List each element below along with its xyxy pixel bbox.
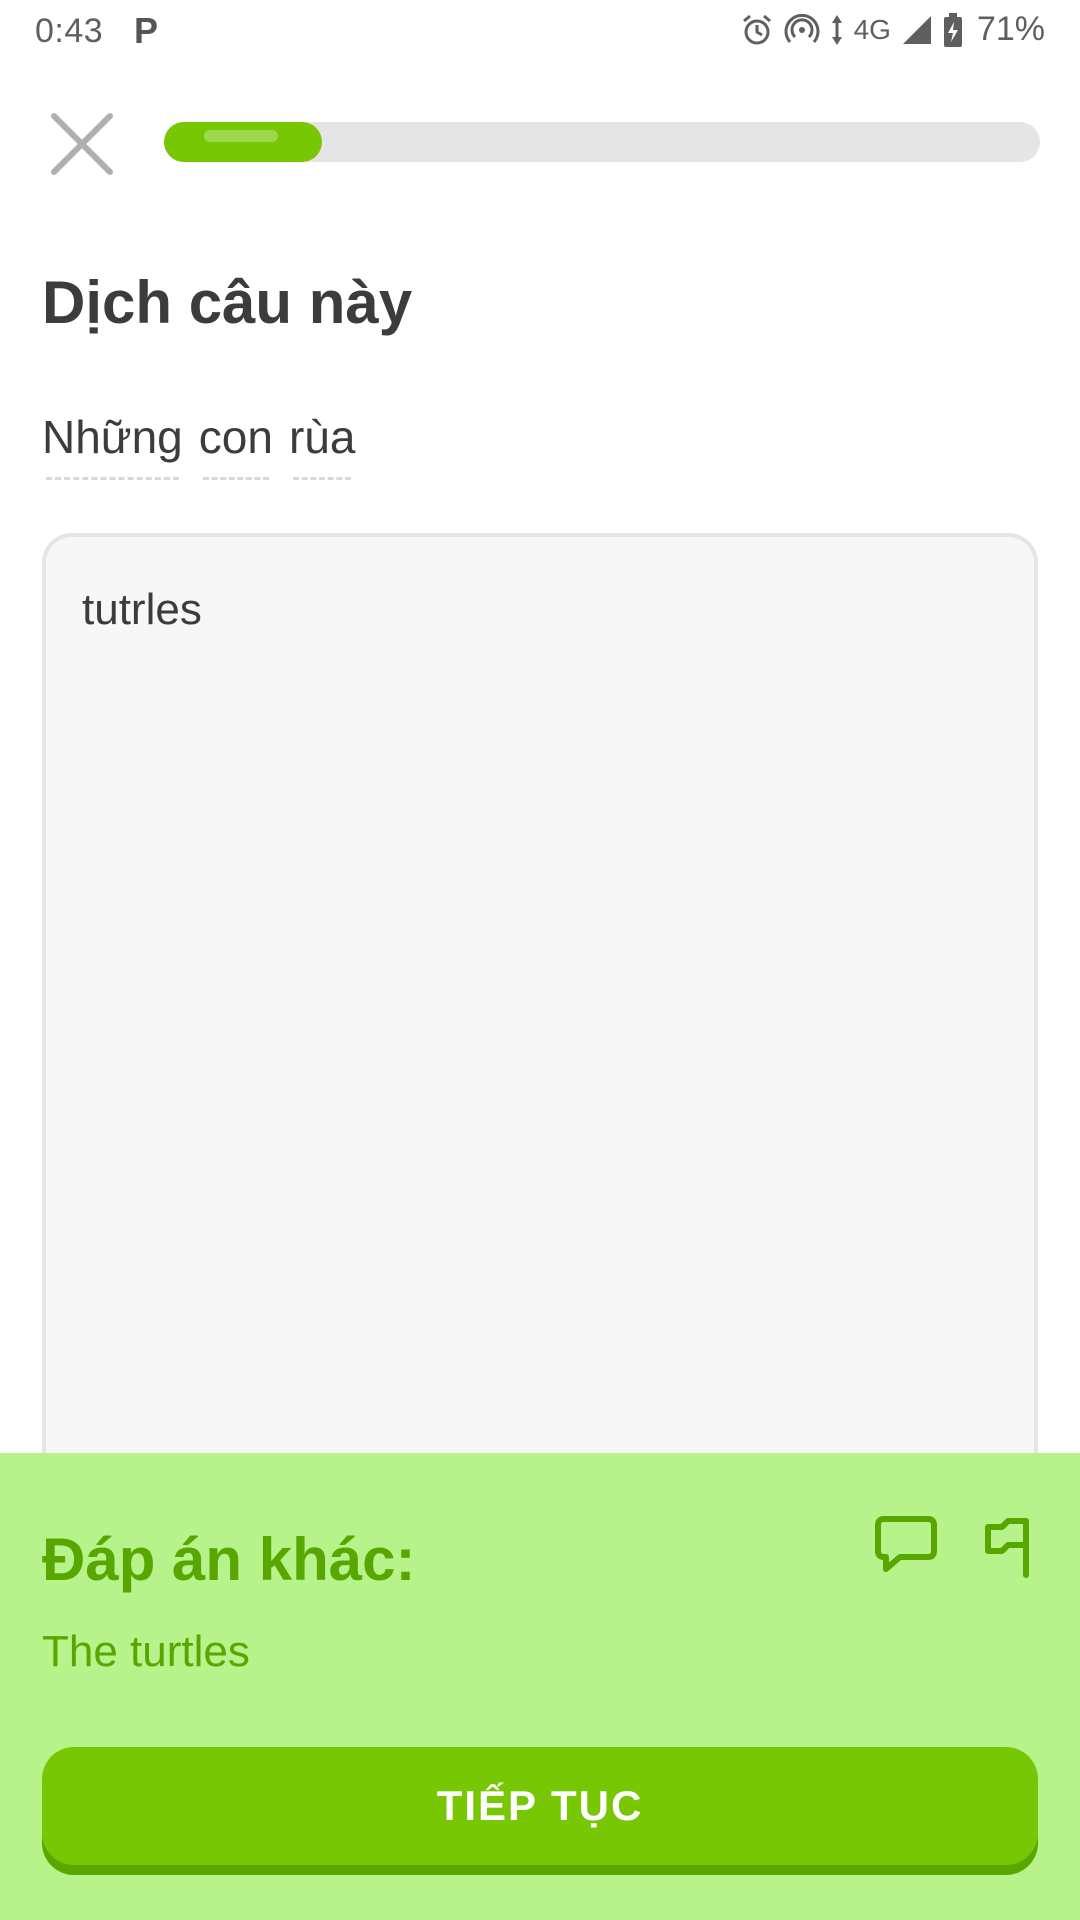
continue-button[interactable]: TIẾP TỤC (42, 1747, 1038, 1865)
discuss-icon (875, 1516, 937, 1572)
battery-level: 71% (976, 10, 1045, 48)
hotspot-icon (784, 13, 820, 43)
lesson-progress-fill (164, 122, 322, 162)
prompt-word[interactable]: Những (42, 410, 183, 480)
data-arrows-icon (831, 14, 842, 45)
prompt-word[interactable]: con (199, 410, 273, 480)
alarm-icon (742, 14, 771, 44)
close-button[interactable] (48, 110, 116, 178)
close-icon (51, 113, 113, 175)
report-button[interactable] (982, 1515, 1034, 1584)
network-type: 4G (853, 13, 891, 45)
status-time: 0:43 (35, 12, 104, 50)
answer-input[interactable]: tutrles (42, 533, 1038, 1533)
app-notification-icon: P (134, 10, 159, 51)
prompt-sentence: Những con rùa (42, 410, 355, 480)
answer-text: tutrles (82, 585, 202, 634)
status-bar: 0:43 P 4G 71% (0, 0, 1080, 62)
status-icons: 4G 71% (740, 10, 1045, 49)
lesson-progress-bar (164, 122, 1040, 162)
alternative-answer: The turtles (42, 1627, 250, 1676)
lesson-screen: 0:43 P 4G 71% Dịch câu này Những con rùa… (0, 0, 1080, 1920)
feedback-title: Đáp án khác: (42, 1526, 416, 1593)
report-flag-icon (985, 1518, 1029, 1578)
feedback-panel: Đáp án khác: The turtles TIẾP TỤC (0, 1453, 1080, 1920)
discuss-button[interactable] (874, 1515, 938, 1580)
battery-charging-icon (943, 12, 962, 47)
signal-icon (902, 15, 931, 44)
exercise-title: Dịch câu này (42, 269, 413, 336)
progress-highlight (204, 130, 278, 142)
prompt-word[interactable]: rùa (289, 410, 355, 480)
